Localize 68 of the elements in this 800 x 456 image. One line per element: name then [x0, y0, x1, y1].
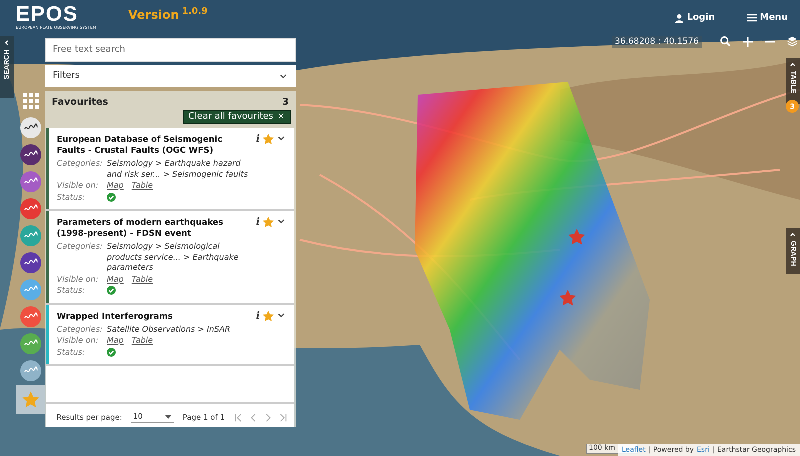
- category-circle-icon: [20, 198, 42, 220]
- filters-dropdown[interactable]: Filters: [45, 65, 296, 87]
- category-path: Satellite Observations > InSAR: [107, 324, 232, 335]
- category-circle-icon: [20, 116, 42, 138]
- categories-label: Categories:: [57, 159, 104, 170]
- zoom-in-icon[interactable]: [743, 36, 753, 46]
- info-button[interactable]: i: [256, 134, 260, 145]
- category-circle-icon: [20, 224, 42, 246]
- menu-icon: [747, 14, 758, 22]
- result-title: Wrapped Interferograms: [57, 310, 174, 322]
- user-icon: [675, 14, 684, 22]
- result-title: European Database of Seismogenic Faults - Crustal Faults (OGC WFS): [57, 134, 224, 156]
- coordinates-display: 36.68208 : 40.1576: [612, 36, 702, 48]
- category-circle-icon: [20, 306, 42, 328]
- category-button[interactable]: [18, 196, 43, 221]
- chevron-icon[interactable]: [277, 217, 286, 226]
- favourite-star-icon[interactable]: [263, 134, 274, 145]
- favourites-count: 3: [282, 97, 289, 108]
- map-link[interactable]: Map: [107, 274, 124, 285]
- epicentre-star-icon[interactable]: [560, 290, 576, 306]
- category-path: Seismology > Earthquake hazard and risk ser... > Seismogenic faults: [107, 159, 250, 180]
- chevron-left-icon: [4, 40, 10, 46]
- category-path: Seismology > Seismological products service... > Earthquake parameters: [107, 242, 240, 274]
- menu-button[interactable]: Menu: [747, 13, 788, 23]
- table-link[interactable]: Table: [132, 181, 154, 192]
- category-circle-icon: [20, 332, 42, 354]
- chevron-icon[interactable]: [277, 134, 286, 143]
- status-label: Status:: [57, 286, 86, 296]
- category-button[interactable]: [18, 358, 43, 383]
- info-button[interactable]: i: [256, 310, 260, 322]
- favourite-star-icon[interactable]: [263, 310, 274, 322]
- category-circle-icon: [20, 360, 42, 382]
- table-link[interactable]: Table: [132, 274, 154, 285]
- table-link[interactable]: Table: [132, 336, 154, 346]
- result-title: Parameters of modern earthquakes (1998-present) - FDSN event: [57, 217, 224, 239]
- clear-favourites-button[interactable]: Clear all favourites ×: [182, 110, 291, 124]
- search-icon[interactable]: [720, 36, 731, 47]
- star-icon: [20, 390, 40, 410]
- map-link[interactable]: Map: [107, 181, 124, 192]
- info-button[interactable]: i: [256, 217, 260, 228]
- category-button[interactable]: [18, 142, 43, 167]
- category-button[interactable]: [18, 169, 43, 194]
- chevron-up-icon: [790, 232, 796, 238]
- dropdown-arrow-icon: [164, 414, 172, 418]
- visible-on-label: Visible on:: [57, 274, 100, 285]
- category-circle-icon: [20, 144, 42, 166]
- categories-label: Categories:: [57, 242, 104, 253]
- visible-on-label: Visible on:: [57, 181, 100, 192]
- category-circle-icon: [20, 252, 42, 274]
- category-circle-icon: [20, 170, 42, 192]
- categories-label: Categories:: [57, 324, 104, 335]
- visible-on-label: Visible on:: [57, 336, 100, 346]
- epicentre-star-icon[interactable]: [568, 229, 586, 245]
- layers-icon[interactable]: [787, 36, 798, 47]
- map-link[interactable]: Map: [107, 336, 124, 346]
- category-circle-icon: [20, 278, 42, 300]
- category-button[interactable]: [18, 250, 43, 275]
- category-button[interactable]: [18, 115, 43, 140]
- chevron-up-icon: [790, 62, 796, 68]
- version-label: Version $^{1.0.9}$: [128, 8, 208, 22]
- status-label: Status:: [57, 348, 86, 358]
- search-field[interactable]: Free text search: [45, 38, 296, 62]
- category-button[interactable]: [18, 331, 43, 356]
- favourite-star-icon[interactable]: [263, 217, 274, 228]
- grid-icon: [22, 92, 38, 108]
- favourites-title: Favourites: [52, 97, 108, 108]
- status-label: Status:: [57, 192, 86, 203]
- login-button[interactable]: Login: [675, 13, 716, 23]
